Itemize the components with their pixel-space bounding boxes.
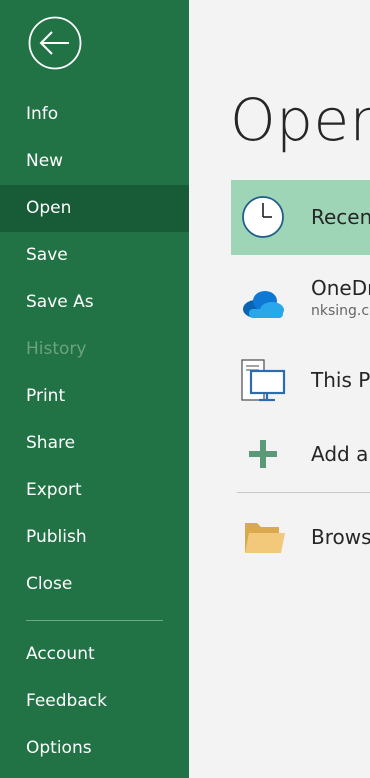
nav-save[interactable]: Save: [0, 232, 189, 279]
back-arrow-icon[interactable]: [28, 16, 82, 70]
location-label: This PC: [311, 368, 370, 392]
nav-close[interactable]: Close: [0, 561, 189, 608]
nav-export[interactable]: Export: [0, 467, 189, 514]
sidebar-divider: [26, 620, 163, 621]
location-divider: [237, 492, 370, 493]
nav-info[interactable]: Info: [0, 91, 189, 138]
backstage-sidebar: Info New Open Save Save As History Print…: [0, 0, 189, 778]
nav-feedback[interactable]: Feedback: [0, 678, 189, 725]
nav-options[interactable]: Options: [0, 725, 189, 772]
nav-account[interactable]: Account: [0, 631, 189, 678]
location-recent[interactable]: Recent: [231, 180, 370, 255]
nav-print[interactable]: Print: [0, 373, 189, 420]
plus-icon: [239, 432, 287, 476]
open-panel: Open Recent OneDrive nksing.c: [189, 0, 370, 778]
page-title: Open: [230, 86, 370, 154]
nav-open[interactable]: Open: [0, 185, 189, 232]
clock-icon: [239, 195, 287, 239]
onedrive-cloud-icon: [239, 279, 287, 323]
nav-publish[interactable]: Publish: [0, 514, 189, 561]
computer-icon: [239, 358, 287, 402]
folder-icon: [239, 515, 287, 559]
location-browse[interactable]: Browse: [231, 500, 370, 575]
nav-share[interactable]: Share: [0, 420, 189, 467]
account-email: nksing.c: [311, 303, 370, 319]
location-label: Recent: [311, 205, 370, 229]
location-label: Browse: [311, 525, 370, 549]
location-label: OneDrive: [311, 276, 370, 300]
location-add-place[interactable]: Add a Place: [231, 417, 370, 492]
location-onedrive[interactable]: OneDrive nksing.c: [231, 264, 370, 339]
nav-history: History: [26, 339, 87, 359]
nav-save-as[interactable]: Save As: [0, 279, 189, 326]
location-this-pc[interactable]: This PC: [231, 343, 370, 418]
nav-new[interactable]: New: [0, 138, 189, 185]
location-label: Add a Place: [311, 442, 370, 466]
